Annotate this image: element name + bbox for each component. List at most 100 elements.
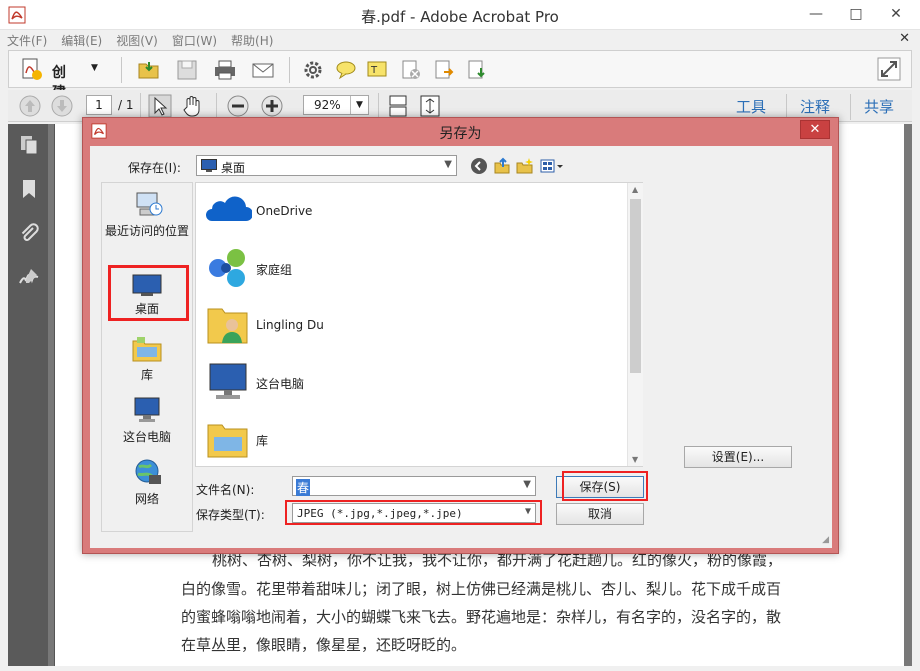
filetype-highlight — [285, 500, 542, 525]
main-toolbar: 创建 ▼ T — [8, 50, 912, 101]
document-line: 的蜜蜂嗡嗡地闹着，大小的蝴蝶飞来飞去。野花遍地是：杂样儿，有名字的，没名字的，散 — [181, 608, 782, 626]
svg-text:T: T — [370, 65, 378, 76]
file-name: 这台电脑 — [256, 377, 305, 391]
open-folder-icon[interactable] — [137, 58, 161, 82]
library-icon — [132, 337, 162, 362]
places-bar: 最近访问的位置 桌面 库 这台电脑 网络 — [101, 182, 193, 532]
menu-help[interactable]: 帮助(H) — [224, 30, 280, 51]
toolbar-divider — [289, 57, 290, 83]
document-line: 在草丛里，像眼睛，像星星，还眨呀眨的。 — [181, 636, 467, 654]
place-label: 库 — [140, 368, 153, 382]
chevron-down-icon[interactable]: ▼ — [523, 479, 531, 490]
save-as-dialog: 另存为 ✕ 保存在(I): 桌面 ▼ 最近访问的位置 桌面 库 这台电脑 网络 … — [82, 117, 839, 554]
zoom-level-select[interactable]: 92% ▼ — [303, 95, 369, 115]
page-number-input[interactable]: 1 — [86, 95, 112, 115]
create-pdf-icon — [22, 58, 42, 80]
email-icon[interactable] — [251, 58, 275, 82]
menu-bar: 文件(F) 编辑(E) 视图(V) 窗口(W) 帮助(H) ✕ — [0, 30, 920, 50]
highlight-text-icon[interactable]: T — [366, 58, 390, 82]
comment-icon[interactable] — [334, 58, 358, 82]
save-icon[interactable] — [175, 58, 199, 82]
desktop-highlight — [108, 265, 189, 321]
menu-window[interactable]: 窗口(W) — [165, 30, 224, 51]
next-page-icon[interactable] — [50, 94, 74, 118]
tab-comment[interactable]: 注释 — [800, 96, 830, 117]
recent-places-icon — [136, 192, 163, 216]
homegroup-icon — [209, 249, 245, 287]
settings-button[interactable]: 设置(E)... — [684, 446, 792, 468]
menu-file[interactable]: 文件(F) — [0, 30, 54, 51]
redact-icon[interactable] — [399, 58, 423, 82]
fit-page-icon[interactable] — [418, 94, 442, 118]
filename-value: 春 — [296, 479, 311, 496]
create-dropdown-icon: ▼ — [91, 63, 98, 73]
save-button-highlight — [562, 471, 648, 501]
gear-icon[interactable] — [301, 58, 325, 82]
scroll-up-icon[interactable]: ▲ — [632, 185, 638, 194]
hand-tool-icon[interactable] — [180, 94, 204, 118]
file-name: 家庭组 — [256, 263, 293, 277]
page-thumbnails-icon[interactable] — [18, 134, 40, 156]
page-total: / 1 — [118, 98, 134, 112]
signatures-icon[interactable] — [18, 266, 40, 288]
tab-share[interactable]: 共享 — [864, 96, 894, 117]
file-list-scrollbar[interactable]: ▲ ▼ — [627, 183, 643, 466]
place-computer[interactable]: 这台电脑 — [102, 395, 192, 445]
dialog-title: 另存为 — [439, 126, 482, 142]
fullscreen-icon[interactable] — [877, 57, 901, 81]
filename-input[interactable]: 春 ▼ — [292, 476, 536, 496]
attachments-icon[interactable] — [18, 222, 40, 244]
chevron-down-icon: ▼ — [444, 159, 452, 170]
print-icon[interactable] — [213, 58, 237, 82]
toolbar-divider — [378, 93, 379, 119]
select-tool-icon[interactable] — [148, 94, 172, 118]
user-folder-icon — [207, 308, 248, 344]
network-icon — [135, 459, 161, 484]
desktop-icon — [201, 159, 217, 172]
scroll-down-icon[interactable]: ▼ — [632, 455, 638, 464]
zoom-in-icon[interactable] — [260, 94, 284, 118]
dialog-close-button[interactable]: ✕ — [800, 120, 830, 139]
tab-tools[interactable]: 工具 — [736, 96, 766, 117]
file-name: 库 — [256, 434, 269, 448]
close-button[interactable]: ✕ — [876, 0, 916, 28]
chevron-down-icon[interactable]: ▼ — [350, 96, 368, 114]
place-network[interactable]: 网络 — [102, 457, 192, 507]
computer-icon — [209, 363, 247, 399]
toolbar-divider — [121, 57, 122, 83]
cancel-button[interactable]: 取消 — [556, 503, 644, 525]
up-folder-icon[interactable] — [493, 157, 511, 175]
back-icon[interactable] — [470, 157, 488, 175]
place-label: 网络 — [134, 492, 159, 506]
place-library[interactable]: 库 — [102, 333, 192, 383]
filename-label: 文件名(N): — [196, 483, 255, 497]
previous-page-icon[interactable] — [18, 94, 42, 118]
view-menu-icon[interactable] — [540, 157, 566, 175]
save-in-label: 保存在(I): — [128, 161, 181, 175]
zoom-out-icon[interactable] — [226, 94, 250, 118]
resize-grip-icon[interactable]: ◢ — [822, 535, 829, 545]
export-icon[interactable] — [432, 58, 456, 82]
filetype-label: 保存类型(T): — [196, 508, 265, 522]
save-in-select[interactable]: 桌面 ▼ — [196, 155, 457, 176]
file-list: OneDrive 家庭组 Lingling Du 这台电脑 库 — [195, 182, 643, 467]
zoom-level-value: 92% — [314, 98, 341, 112]
toolbar-divider — [850, 94, 851, 120]
library-icon — [207, 424, 248, 458]
place-recent[interactable]: 最近访问的位置 — [102, 189, 192, 239]
new-folder-icon[interactable] — [516, 157, 534, 175]
bookmarks-icon[interactable] — [18, 178, 40, 200]
menu-view[interactable]: 视图(V) — [109, 30, 165, 51]
navigation-pane — [8, 124, 48, 666]
document-close-button[interactable]: ✕ — [899, 31, 910, 46]
file-name: OneDrive — [256, 204, 313, 218]
document-line: 白的像雪。花里带着甜味儿；闭了眼，树上仿佛已经满是桃儿、杏儿、梨儿。花下成千成百 — [181, 580, 782, 598]
file-name: Lingling Du — [256, 318, 324, 332]
minimize-button[interactable]: — — [796, 0, 836, 28]
scroll-mode-icon[interactable] — [386, 94, 410, 118]
scrollbar-thumb[interactable] — [630, 199, 641, 373]
download-icon[interactable] — [465, 58, 489, 82]
menu-edit[interactable]: 编辑(E) — [54, 30, 109, 51]
window-title: 春.pdf - Adobe Acrobat Pro — [361, 8, 559, 26]
restore-button[interactable]: □ — [836, 0, 876, 28]
